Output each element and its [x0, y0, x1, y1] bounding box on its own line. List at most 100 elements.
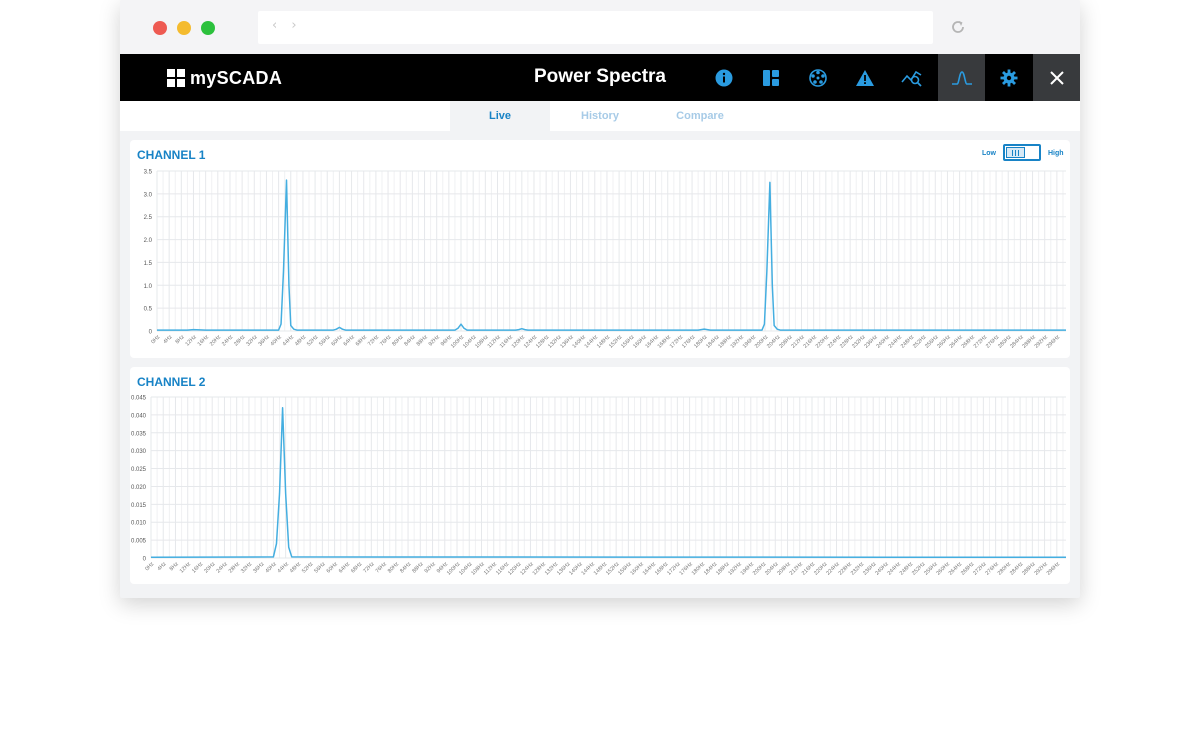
x-tick-label: 4Hz: [156, 561, 167, 572]
channel-2-panel: CHANNEL 2 0 0.005 0.010 0.015 0.020 0.025 0.03…: [130, 367, 1070, 584]
x-tick-label: 48Hz: [294, 334, 307, 347]
y-tick-label: 0.020: [131, 485, 147, 491]
reload-icon[interactable]: [948, 17, 968, 37]
info-button[interactable]: [700, 54, 747, 101]
x-tick-label: 296Hz: [1046, 561, 1062, 577]
y-tick-label: 2.0: [144, 238, 153, 244]
x-tick-label: 20Hz: [203, 561, 216, 574]
x-tick-label: 88Hz: [411, 561, 424, 574]
y-tick-label: 0.045: [131, 396, 147, 402]
network-icon: [808, 68, 827, 87]
y-tick-label: 0.015: [131, 503, 147, 509]
x-tick-label: 72Hz: [362, 561, 375, 574]
x-tick-label: 44Hz: [282, 334, 295, 347]
x-tick-label: 68Hz: [350, 561, 363, 574]
y-tick-label: 0.010: [131, 521, 147, 527]
x-tick-label: 84Hz: [403, 334, 416, 347]
x-tick-label: 68Hz: [355, 334, 368, 347]
x-tick-label: 84Hz: [399, 561, 412, 574]
view-tabs: Live History Compare: [120, 101, 1080, 131]
x-tick-label: 20Hz: [209, 334, 222, 347]
info-icon: [715, 69, 732, 86]
x-tick-label: 52Hz: [306, 334, 319, 347]
x-tick-label: 28Hz: [233, 334, 246, 347]
tab-compare[interactable]: Compare: [650, 101, 750, 131]
myscada-logo: mySCADA: [167, 68, 282, 88]
channel-1-chart: 00.51.01.52.02.53.03.50Hz 4Hz 8Hz12Hz16Hz2…: [144, 170, 1066, 350]
y-tick-label: 3.5: [144, 170, 153, 176]
dashboard-icon: [762, 69, 779, 86]
x-tick-label: 64Hz: [343, 334, 356, 347]
x-tick-label: 80Hz: [391, 334, 404, 347]
x-tick-label: 92Hz: [424, 561, 437, 574]
x-tick-label: 36Hz: [258, 334, 271, 347]
y-tick-label: 0.025: [131, 467, 147, 473]
x-tick-label: 60Hz: [330, 334, 343, 347]
y-tick-label: 0.005: [131, 539, 147, 545]
y-tick-label: 0.5: [144, 307, 153, 313]
back-forward-icons[interactable]: ‹ ›: [272, 18, 302, 33]
x-tick-label: 32Hz: [245, 334, 258, 347]
x-tick-label: 56Hz: [313, 561, 326, 574]
x-tick-label: 52Hz: [301, 561, 314, 574]
x-tick-label: 12Hz: [179, 561, 192, 574]
x-tick-label: 24Hz: [221, 334, 234, 347]
tab-history[interactable]: History: [550, 101, 650, 131]
x-tick-label: 76Hz: [379, 334, 392, 347]
spectrum-icon: [951, 70, 972, 85]
page-title: Power Spectra: [534, 66, 666, 87]
y-tick-label: 0.030: [131, 449, 147, 455]
trend-button[interactable]: [888, 54, 935, 101]
alarm-icon: [855, 69, 874, 86]
y-tick-label: 1.0: [144, 284, 153, 290]
chart-grid: [156, 170, 1066, 332]
maximize-window-button[interactable]: [201, 21, 215, 35]
x-tick-label: 16Hz: [191, 561, 204, 574]
x-tick-label: 36Hz: [252, 561, 265, 574]
x-tick-label: 48Hz: [289, 561, 302, 574]
logo-text: mySCADA: [190, 67, 283, 88]
x-tick-label: 32Hz: [240, 561, 253, 574]
x-tick-label: 44Hz: [277, 561, 290, 574]
tab-live[interactable]: Live: [450, 101, 550, 131]
x-tick-label: 296Hz: [1046, 334, 1062, 350]
alarm-button[interactable]: [841, 54, 888, 101]
close-button[interactable]: [1033, 54, 1080, 101]
x-tick-label: 92Hz: [428, 334, 441, 347]
x-tick-label: 40Hz: [264, 561, 277, 574]
x-tick-label: 80Hz: [387, 561, 400, 574]
y-tick-label: 0: [149, 330, 153, 336]
x-tick-label: 12Hz: [185, 334, 198, 347]
x-tick-label: 64Hz: [338, 561, 351, 574]
y-tick-label: 3.0: [144, 192, 153, 198]
x-tick-label: 24Hz: [216, 561, 229, 574]
x-tick-label: 28Hz: [228, 561, 241, 574]
x-tick-label: 60Hz: [326, 561, 339, 574]
y-tick-label: 2.5: [144, 215, 153, 221]
dashboard-button[interactable]: [747, 54, 794, 101]
gear-icon: [1000, 69, 1017, 86]
x-tick-label: 76Hz: [375, 561, 388, 574]
app-header: mySCADA Power Spectra: [120, 54, 1080, 101]
y-tick-label: 0.040: [131, 413, 147, 419]
y-tick-label: 0: [143, 557, 147, 563]
x-tick-label: 56Hz: [318, 334, 331, 347]
settings-button[interactable]: [985, 54, 1032, 101]
y-tick-label: 1.5: [144, 261, 153, 267]
spectrum-button[interactable]: [938, 54, 985, 101]
network-button[interactable]: [794, 54, 841, 101]
close-window-button[interactable]: [153, 21, 167, 35]
channel-2-chart: 0 0.005 0.010 0.015 0.020 0.025 0.030 0.035 0.04…: [131, 396, 1067, 577]
trend-icon: [900, 70, 922, 87]
x-tick-label: 0Hz: [144, 561, 155, 572]
x-tick-label: 40Hz: [270, 334, 283, 347]
x-tick-label: 88Hz: [416, 334, 429, 347]
x-tick-label: 4Hz: [162, 334, 173, 345]
x-tick-label: 16Hz: [197, 334, 210, 347]
logo-grid-icon: [167, 69, 185, 87]
browser-chrome: ‹ ›: [120, 0, 1080, 54]
x-tick-label: 0Hz: [150, 334, 161, 345]
address-bar[interactable]: ‹ ›: [258, 11, 933, 44]
minimize-window-button[interactable]: [177, 21, 191, 35]
browser-window: ‹ › mySCADA Power Spectra Live History C…: [120, 0, 1080, 598]
